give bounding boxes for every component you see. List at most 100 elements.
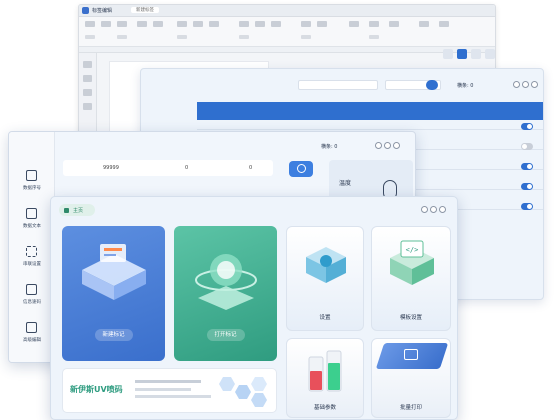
view-icon[interactable] <box>443 49 453 59</box>
home-icon <box>64 208 69 213</box>
app-logo-icon <box>82 7 89 14</box>
ribbon-tool-icon[interactable] <box>85 21 95 27</box>
minimize-icon[interactable] <box>375 142 382 149</box>
basic-params-tile[interactable]: 基础参数 <box>286 338 364 418</box>
template-settings-label: 模板设置 <box>399 315 422 321</box>
ribbon-tool-icon[interactable] <box>101 21 111 27</box>
sidebar-item-data-serial[interactable]: 数据序号 <box>9 168 55 202</box>
play-icon <box>297 164 306 173</box>
settings-tile[interactable]: 设置 <box>286 226 364 331</box>
sidebar-item-label: 信息速码 <box>23 300 41 305</box>
ribbon-caption <box>369 35 379 39</box>
ribbon-tool-icon[interactable] <box>153 21 163 27</box>
hexagon-pattern-icon <box>219 377 267 407</box>
settings-label: 设置 <box>319 315 331 321</box>
ribbon-tool-icon[interactable] <box>301 21 311 27</box>
view-icon[interactable] <box>457 49 467 59</box>
table-header <box>197 102 543 120</box>
ribbon-tool-icon[interactable] <box>177 21 187 27</box>
maximize-icon[interactable] <box>522 81 529 88</box>
ribbon-tool-icon[interactable] <box>389 21 399 27</box>
stat-value: 0 <box>185 165 189 171</box>
home-tab[interactable]: 主页 <box>59 204 95 216</box>
basic-params-label: 基础参数 <box>313 405 336 411</box>
main-row-label: 横条: 0 <box>321 144 338 150</box>
window-controls <box>421 206 446 213</box>
batch-print-tile[interactable]: 批量打印 <box>371 338 451 418</box>
row-toggle[interactable] <box>521 143 533 150</box>
ribbon-tool-icon[interactable] <box>317 21 327 27</box>
open-label-pill: 打开标记 <box>206 329 245 341</box>
ribbon-caption <box>301 35 311 39</box>
ribbon-tool-icon[interactable] <box>255 21 265 27</box>
row-toggle[interactable] <box>521 183 533 190</box>
ribbon-tool-icon[interactable] <box>239 21 249 27</box>
editor-doc-tab[interactable]: 新建标签 <box>131 7 159 13</box>
view-icon[interactable] <box>485 49 495 59</box>
sensor-card-text: 温度 <box>339 180 352 187</box>
table-row[interactable] <box>197 129 543 130</box>
ribbon-tool-icon[interactable] <box>193 21 203 27</box>
brand-title: 新伊斯UV喷码 <box>70 385 123 394</box>
main-sidebar: 数据序号 数据文本 串联设置 信息速码 高级编辑 <box>9 132 55 362</box>
window-controls <box>375 142 400 149</box>
calendar-icon <box>26 284 37 295</box>
minimize-icon[interactable] <box>421 206 428 213</box>
tool-icon[interactable] <box>83 89 92 96</box>
close-icon[interactable] <box>439 206 446 213</box>
svg-text:</>: </> <box>406 246 419 254</box>
ribbon-caption <box>177 35 187 39</box>
new-label-tile[interactable]: 新建标记 <box>62 226 165 361</box>
sidebar-item-label: 数据序号 <box>23 186 41 191</box>
code-screen-icon: </> <box>390 240 434 285</box>
maximize-icon[interactable] <box>384 142 391 149</box>
ribbon-tool-icon[interactable] <box>209 21 219 27</box>
home-tab-label: 主页 <box>73 208 84 214</box>
list-icon <box>26 170 37 181</box>
start-button[interactable] <box>289 161 313 177</box>
stat-value: 99999 <box>103 165 119 171</box>
ribbon-tool-icon[interactable] <box>137 21 147 27</box>
editor-title: 标签编辑 <box>92 8 113 14</box>
sidebar-item-info[interactable]: 信息速码 <box>9 282 55 316</box>
ribbon-tool-icon[interactable] <box>439 21 449 27</box>
ribbon-tool-icon[interactable] <box>349 21 359 27</box>
row-toggle[interactable] <box>521 163 533 170</box>
print-range-field[interactable] <box>298 80 378 90</box>
ribbon-tool-icon[interactable] <box>117 21 127 27</box>
sidebar-item-data-text[interactable]: 数据文本 <box>9 206 55 240</box>
stat-value: 0 <box>249 165 253 171</box>
stats-bar: 99999 0 0 <box>63 160 273 176</box>
ribbon-tool-icon[interactable] <box>419 21 429 27</box>
brand-line <box>135 388 191 391</box>
brand-line <box>135 380 201 383</box>
tool-icon[interactable] <box>83 75 92 82</box>
sidebar-item-label: 串联设置 <box>23 262 41 267</box>
editor-titlebar: 标签编辑 新建标签 <box>79 5 495 17</box>
row-toggle[interactable] <box>521 123 533 130</box>
globe-illustration-icon <box>195 254 257 310</box>
tool-icon[interactable] <box>83 103 92 110</box>
minimize-icon[interactable] <box>513 81 520 88</box>
tool-icon[interactable] <box>83 61 92 68</box>
printer-icon <box>404 349 418 360</box>
settings-gear-icon <box>306 247 346 283</box>
batch-print-label: 批量打印 <box>399 405 422 411</box>
sidebar-item-advanced[interactable]: 高级编辑 <box>9 320 55 354</box>
close-icon[interactable] <box>393 142 400 149</box>
row-toggle[interactable] <box>521 203 533 210</box>
ribbon-tool-icon[interactable] <box>271 21 281 27</box>
ribbon-tool-icon[interactable] <box>369 21 379 27</box>
open-label-text: 打开标记 <box>214 332 237 338</box>
confirm-round-button[interactable] <box>426 80 438 90</box>
editor-ruler <box>79 47 495 53</box>
open-label-tile[interactable]: 打开标记 <box>174 226 277 361</box>
sidebar-item-chain[interactable]: 串联设置 <box>9 244 55 278</box>
brand-info-bar: 新伊斯UV喷码 <box>62 368 277 413</box>
close-icon[interactable] <box>531 81 538 88</box>
view-icon[interactable] <box>471 49 481 59</box>
table-row-label: 横条: 0 <box>457 83 474 89</box>
template-settings-tile[interactable]: </> 模板设置 <box>371 226 451 331</box>
new-file-illustration-icon <box>82 244 146 300</box>
maximize-icon[interactable] <box>430 206 437 213</box>
